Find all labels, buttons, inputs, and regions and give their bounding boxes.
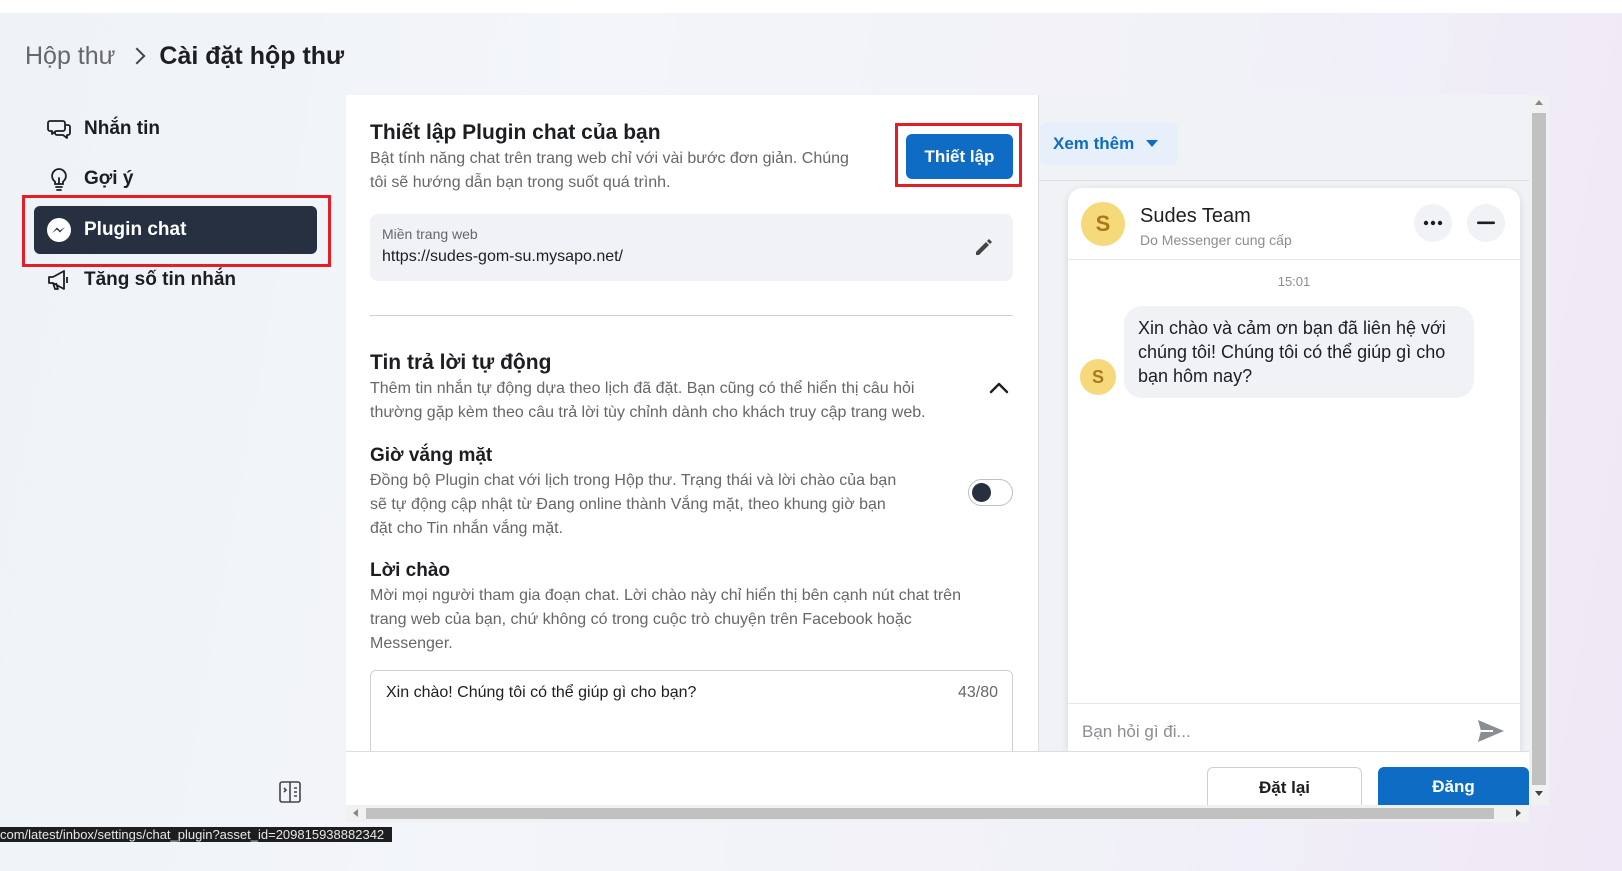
chat-provider-label: Do Messenger cung cấp: [1140, 232, 1292, 248]
vertical-scrollbar[interactable]: [1529, 95, 1549, 805]
lightbulb-icon: [46, 166, 72, 192]
send-icon[interactable]: [1476, 716, 1506, 746]
horizontal-scrollbar[interactable]: [346, 805, 1529, 822]
chat-input-divider: [1068, 703, 1520, 704]
chat-message-input[interactable]: Bạn hỏi gì đi...: [1082, 722, 1191, 742]
away-description-line-2: sẽ tự động cập nhật từ Đang online thành…: [370, 496, 886, 513]
greeting-description-line-3: Messenger.: [370, 635, 453, 652]
pencil-icon[interactable]: [973, 236, 995, 258]
sidebar-item-boost-messages[interactable]: Tăng số tin nhắn: [46, 260, 236, 300]
chevron-right-icon: [128, 47, 146, 65]
away-description-line-3: đặt cho Tin nhắn vắng mặt.: [370, 520, 564, 537]
domain-label: Miền trang web: [382, 226, 478, 242]
greeting-message-bubble: Xin chào và cảm ơn bạn đã liên hệ với ch…: [1124, 306, 1474, 398]
sidebar-item-suggestions[interactable]: Gợi ý: [46, 159, 133, 199]
scroll-up-arrow-icon[interactable]: [1535, 100, 1543, 105]
setup-description-line-1: Bật tính năng chat trên trang web chỉ vớ…: [370, 150, 849, 167]
caret-down-icon: [1146, 140, 1159, 147]
greeting-title: Lời chào: [370, 560, 451, 581]
away-hours-toggle[interactable]: [968, 479, 1013, 506]
sidebar-item-messaging[interactable]: Nhắn tin: [46, 109, 160, 149]
more-options-icon[interactable]: [1414, 204, 1452, 242]
chat-page-name: Sudes Team: [1140, 205, 1251, 227]
breadcrumb: Hộp thư Cài đặt hộp thư: [25, 40, 344, 72]
section-divider: [370, 315, 1013, 316]
top-strip: [0, 0, 1622, 13]
see-more-dropdown[interactable]: Xem thêm: [1040, 122, 1178, 165]
collapse-sidebar-icon[interactable]: [278, 780, 302, 804]
reset-button[interactable]: Đặt lại: [1207, 767, 1362, 807]
setup-description-line-2: tôi sẽ hướng dẫn bạn trong suốt quá trìn…: [370, 174, 671, 191]
preview-divider: [1039, 180, 1529, 181]
website-domain-field[interactable]: Miền trang web https://sudes-gom-su.mysa…: [370, 214, 1013, 281]
page-title: Cài đặt hộp thư: [159, 41, 345, 70]
chevron-up-icon[interactable]: [988, 377, 1010, 399]
message-avatar: S: [1080, 359, 1116, 395]
avatar: S: [1081, 202, 1125, 246]
vertical-scroll-thumb[interactable]: [1532, 113, 1546, 785]
sidebar-item-label: Tăng số tin nhắn: [84, 269, 236, 290]
sidebar-item-label: Nhắn tin: [84, 118, 160, 139]
greeting-description-line-1: Mời mọi người tham gia đoạn chat. Lời ch…: [370, 587, 961, 604]
chat-bubbles-icon: [46, 116, 72, 142]
setup-title: Thiết lập Plugin chat của bạn: [370, 121, 661, 144]
sidebar-item-label: Gợi ý: [84, 168, 134, 189]
toggle-knob: [972, 483, 991, 502]
highlight-frame-plugin-chat: [22, 195, 331, 267]
scroll-left-arrow-icon[interactable]: [353, 809, 358, 817]
highlight-frame-setup-button: [895, 123, 1022, 187]
greeting-text-value: Xin chào! Chúng tôi có thể giúp gì cho b…: [386, 684, 697, 701]
greeting-description-line-2: trang web của bạn, chứ không có trong cu…: [370, 611, 912, 628]
post-button[interactable]: Đăng: [1378, 767, 1529, 807]
chat-header: S Sudes Team Do Messenger cung cấp: [1068, 188, 1520, 260]
auto-reply-description-line-1: Thêm tin nhắn tự động dựa theo lịch đã đ…: [370, 380, 915, 397]
scroll-down-arrow-icon[interactable]: [1535, 791, 1543, 796]
character-count: 43/80: [957, 684, 998, 701]
scroll-right-arrow-icon[interactable]: [1516, 809, 1521, 817]
message-timestamp: 15:01: [1277, 274, 1311, 289]
horizontal-scroll-thumb[interactable]: [366, 808, 1494, 819]
status-bar-url: com/latest/inbox/settings/chat_plugin?as…: [0, 827, 393, 842]
away-hours-title: Giờ vắng mặt: [370, 445, 493, 466]
chat-widget-preview: S Sudes Team Do Messenger cung cấp 15:01…: [1068, 188, 1520, 751]
away-description-line-1: Đồng bộ Plugin chat với lịch trong Hộp t…: [370, 472, 897, 489]
domain-value: https://sudes-gom-su.mysapo.net/: [382, 248, 623, 265]
minimize-icon[interactable]: [1467, 204, 1505, 242]
see-more-label: Xem thêm: [1053, 133, 1135, 153]
auto-reply-title: Tin trả lời tự động: [370, 351, 552, 374]
megaphone-icon: [46, 267, 72, 293]
settings-panel: Thiết lập Plugin chat của bạn Bật tính n…: [346, 95, 1038, 751]
auto-reply-description-line-2: thường gặp kèm theo câu trả lời tùy chỉn…: [370, 404, 926, 421]
breadcrumb-inbox-link[interactable]: Hộp thư: [25, 42, 115, 71]
